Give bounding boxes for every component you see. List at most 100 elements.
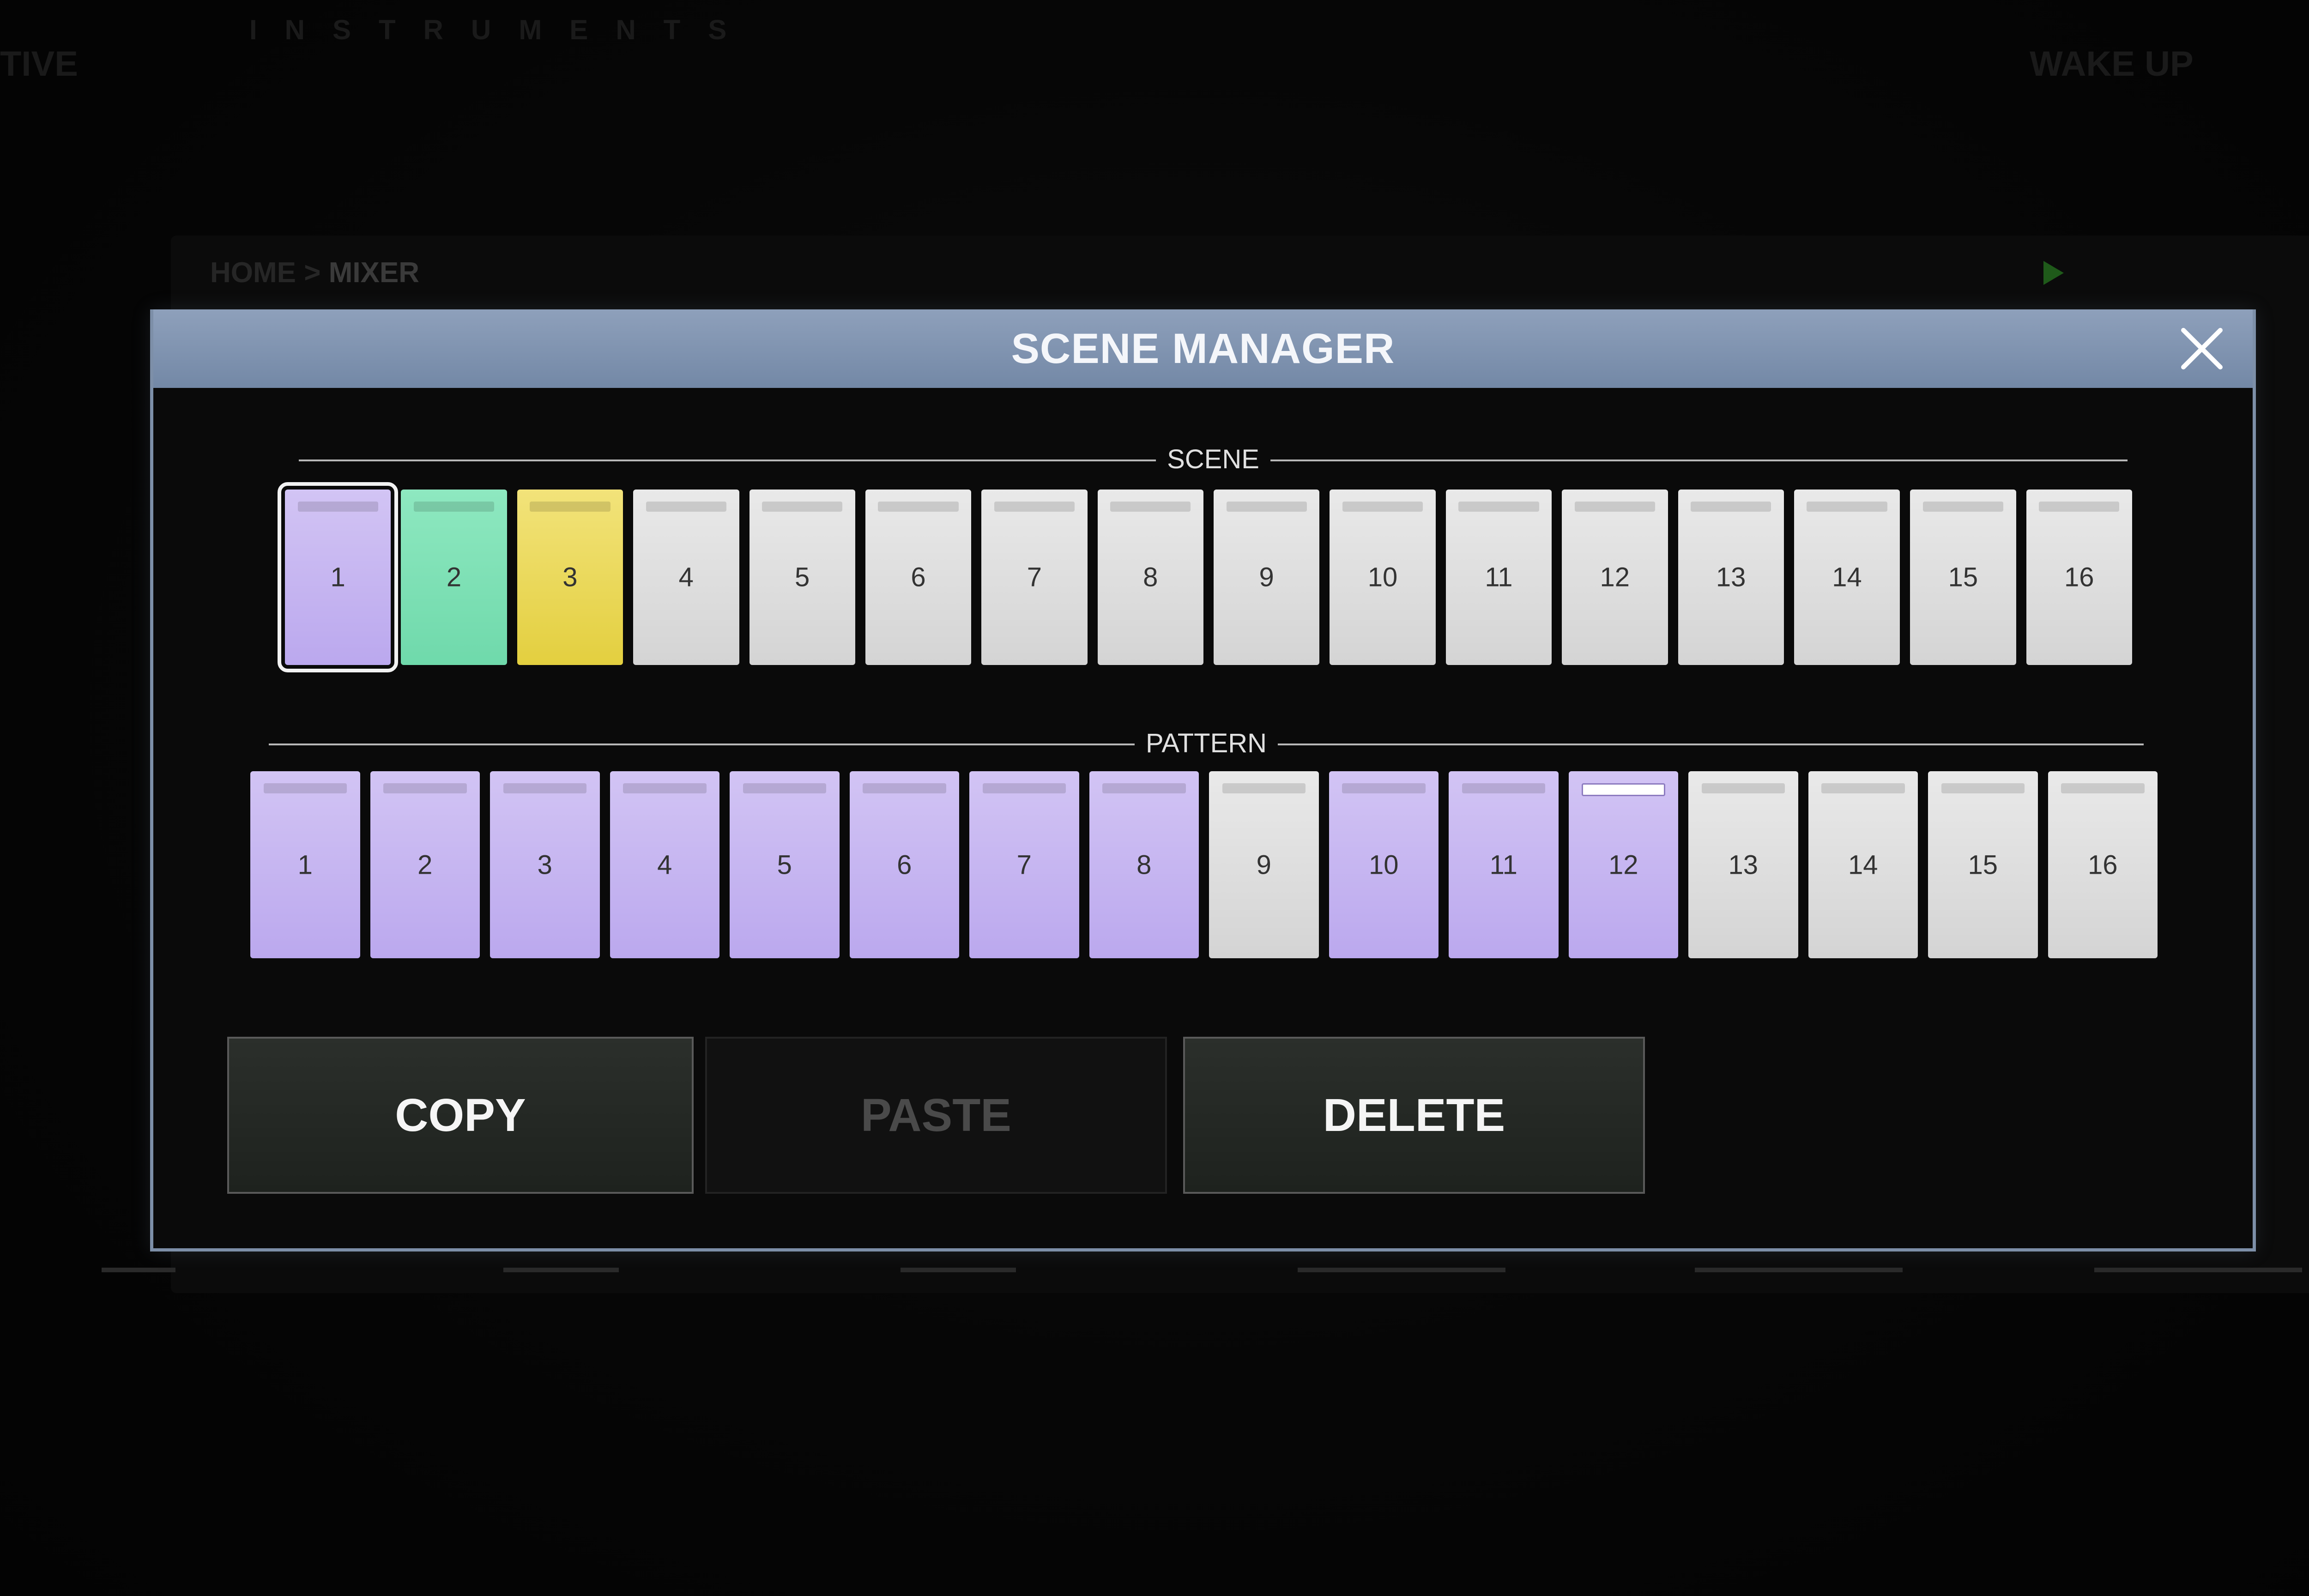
scene-pad-indicator [1458,502,1539,512]
bg-ruler [1695,1268,1903,1272]
scene-pad-indicator [1574,502,1655,512]
pattern-pad-indicator [743,783,826,793]
pattern-pad-8[interactable]: 8 [1089,771,1199,958]
bg-ruler [503,1268,619,1272]
pattern-pad-indicator [2061,783,2145,793]
pattern-pad-3[interactable]: 3 [490,771,600,958]
pattern-pad-indicator [1102,783,1186,793]
scene-pad-5[interactable]: 5 [749,490,855,665]
breadcrumb-current: MIXER [328,257,420,289]
bg-ruler [2094,1268,2302,1272]
scene-pad-4[interactable]: 4 [633,490,739,665]
pattern-pad-label: 12 [1608,850,1638,880]
pattern-pad-label: 5 [777,850,792,880]
scene-pad-label: 2 [446,562,462,592]
scene-pad-indicator [1691,502,1771,512]
scene-pad-14[interactable]: 14 [1794,490,1900,665]
scene-pad-1[interactable]: 1 [277,482,399,672]
scene-pad-2[interactable]: 2 [401,490,507,665]
scene-pad-8[interactable]: 8 [1097,490,1203,665]
scene-pad-indicator [2039,502,2120,512]
scene-pad-7[interactable]: 7 [981,490,1088,665]
delete-button[interactable]: DELETE [1183,1037,1645,1194]
pattern-pad-11[interactable]: 11 [1449,771,1559,958]
scene-pad-label: 9 [1259,562,1274,592]
pattern-pad-indicator [623,783,707,793]
pattern-pad-label: 2 [417,850,433,880]
pattern-pad-row: 1 2 3 4 5 6 7 8 9 10 11 12 13 14 15 16 [250,771,2158,958]
dialog-title: SCENE MANAGER [1011,325,1395,372]
pattern-pad-label: 14 [1848,850,1878,880]
scene-pad-12[interactable]: 12 [1562,490,1668,665]
pattern-pad-2[interactable]: 2 [370,771,480,958]
scene-pad-indicator [530,502,610,512]
scene-pad-indicator [1922,502,2004,512]
scene-pad-label: 6 [911,562,926,592]
pattern-pad-10[interactable]: 10 [1329,771,1439,958]
breadcrumb: HOME > MIXER [210,256,419,289]
scene-pad-indicator [994,502,1075,512]
scene-pad-16[interactable]: 16 [2026,490,2132,665]
scene-pad-label: 15 [1948,562,1978,592]
bg-top-middle-label: INSTRUMENTS [249,14,755,45]
scene-pad-13[interactable]: 13 [1678,490,1784,665]
pattern-pad-indicator [263,783,347,793]
pattern-pad-label: 9 [1256,850,1271,880]
pattern-section-label: PATTERN [1134,725,1278,762]
pattern-pad-indicator [1701,783,1785,793]
close-button[interactable] [2179,326,2225,372]
pattern-pad-label: 6 [897,850,912,880]
pattern-pad-4[interactable]: 4 [610,771,719,958]
pattern-pad-9[interactable]: 9 [1209,771,1319,958]
pattern-pad-13[interactable]: 13 [1688,771,1798,958]
bg-ruler [901,1268,1016,1272]
scene-pad-3[interactable]: 3 [517,490,623,665]
scene-pad-15[interactable]: 15 [1910,490,2016,665]
play-icon [2043,261,2064,285]
bg-ruler [1298,1268,1505,1272]
pattern-section-header: PATTERN [269,725,2144,762]
breadcrumb-separator: > [304,257,321,289]
scene-pad-10[interactable]: 10 [1330,490,1436,665]
scene-pad-label: 12 [1600,562,1630,592]
scene-pad-label: 11 [1485,562,1513,592]
scene-section-header: SCENE [299,441,2128,478]
scene-pad-label: 16 [2064,562,2094,592]
scene-pad-label: 10 [1367,562,1398,592]
pattern-pad-indicator [1342,783,1426,793]
scene-pad-indicator [1342,502,1423,512]
scene-pad-label: 1 [330,562,345,592]
close-icon [2181,328,2223,369]
pattern-pad-16[interactable]: 16 [2048,771,2158,958]
bg-top-right-label: WAKE UP [2030,44,2194,84]
pattern-pad-14[interactable]: 14 [1808,771,1918,958]
pattern-pad-indicator [982,783,1066,793]
scene-pad-label: 13 [1716,562,1746,592]
scene-pad-label: 14 [1832,562,1862,592]
pattern-pad-indicator [1941,783,2025,793]
pattern-pad-12[interactable]: 12 [1568,771,1678,958]
pattern-pad-label: 10 [1368,850,1399,880]
pattern-pad-label: 13 [1728,850,1758,880]
pattern-pad-indicator [383,783,467,793]
pattern-pad-5[interactable]: 5 [730,771,840,958]
pattern-pad-label: 8 [1136,850,1152,880]
scene-pad-9[interactable]: 9 [1214,490,1320,665]
paste-button[interactable]: PASTE [705,1037,1167,1194]
scene-pad-11[interactable]: 11 [1445,490,1552,665]
pattern-pad-label: 16 [2087,850,2118,880]
scene-pad-label: 7 [1027,562,1042,592]
pattern-pad-label: 7 [1016,850,1032,880]
pattern-pad-label: 3 [537,850,552,880]
pattern-pad-indicator [1462,783,1545,793]
scene-pad-6[interactable]: 6 [865,490,972,665]
scene-pad-label: 3 [562,562,578,592]
bg-top-left-label: TIVE [0,44,78,84]
pattern-pad-15[interactable]: 15 [1928,771,2038,958]
pattern-pad-6[interactable]: 6 [849,771,959,958]
pattern-pad-1[interactable]: 1 [250,771,360,958]
pattern-pad-label: 15 [1968,850,1998,880]
scene-pad-indicator [413,502,495,512]
copy-button[interactable]: COPY [227,1037,694,1194]
pattern-pad-7[interactable]: 7 [969,771,1079,958]
